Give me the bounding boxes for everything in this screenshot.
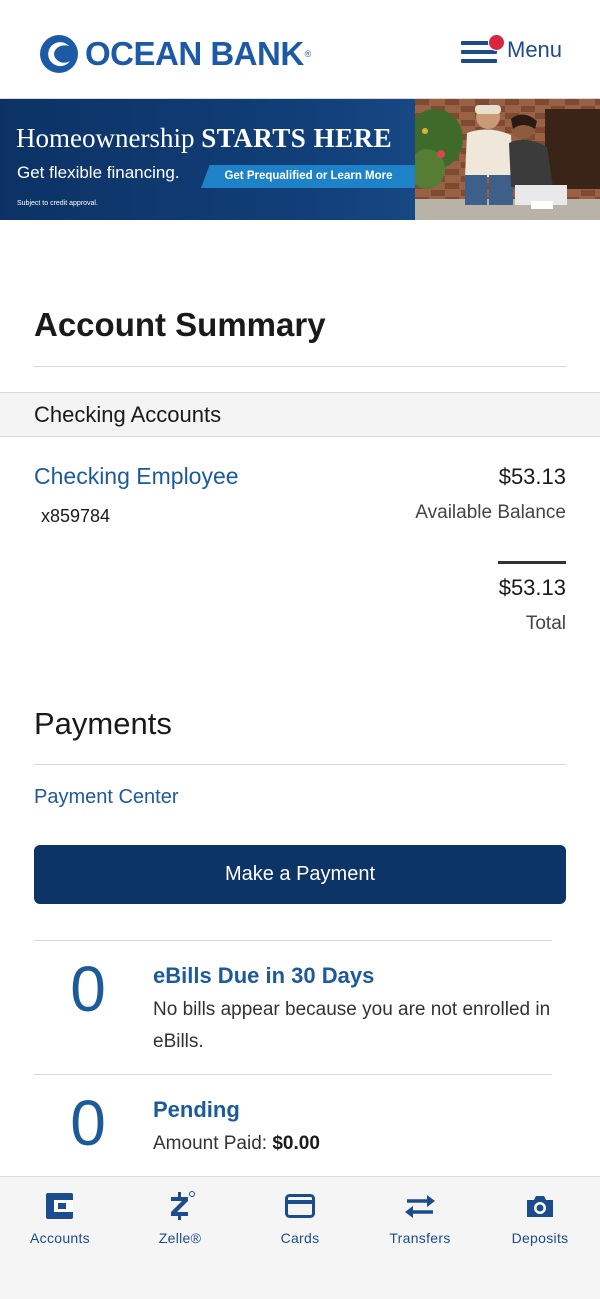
total-label: Total <box>525 613 566 634</box>
transfer-arrows-icon <box>403 1191 437 1221</box>
total-amount: $53.13 <box>498 575 566 600</box>
logo-wordmark: OCEAN BANK <box>85 35 304 72</box>
banner-title-regular: Homeownership <box>16 123 195 153</box>
menu-button[interactable]: Menu <box>461 28 571 72</box>
amount-paid-value: $0.00 <box>272 1133 320 1154</box>
promo-banner[interactable]: Homeownership STARTS HERE Get flexible f… <box>0 99 600 220</box>
section-label: Checking Accounts <box>34 402 222 427</box>
account-number: x859784 <box>41 506 111 526</box>
hamburger-icon <box>461 34 505 63</box>
ocean-bank-logo[interactable]: OCEAN BANK ® <box>39 32 311 76</box>
total-divider <box>498 561 566 564</box>
payments-title: Payments <box>34 706 172 741</box>
banner-cta-button[interactable]: Get Prequalified or Learn More <box>201 165 416 188</box>
payment-center-link[interactable]: Payment Center <box>34 786 179 809</box>
pending-title[interactable]: Pending <box>153 1097 240 1123</box>
tab-label: Transfers <box>389 1230 451 1246</box>
tab-zelle[interactable]: Zelle® <box>120 1177 240 1257</box>
app-screen: OCEAN BANK ® Menu Homeownership STARTS H… <box>0 0 600 1299</box>
tab-cards[interactable]: Cards <box>240 1177 360 1257</box>
ebills-title[interactable]: eBills Due in 30 Days <box>153 963 374 989</box>
card-icon <box>283 1191 317 1221</box>
account-name-link[interactable]: Checking Employee <box>34 463 239 490</box>
account-balance: $53.13 <box>498 464 566 489</box>
available-balance-label: Available Balance <box>415 502 566 523</box>
tab-transfers[interactable]: Transfers <box>360 1177 480 1257</box>
banner-fine-print: Subject to credit approval. <box>17 200 98 207</box>
divider <box>34 764 566 765</box>
zelle-icon <box>163 1191 197 1221</box>
top-header: OCEAN BANK ® Menu <box>0 0 600 99</box>
tab-label: Zelle® <box>158 1230 202 1246</box>
checking-accounts-header: Checking Accounts <box>0 392 600 437</box>
divider <box>34 940 552 941</box>
bottom-tab-bar: Accounts Zelle® Cards Transfers Deposits <box>0 1176 600 1299</box>
divider <box>34 366 566 367</box>
amount-paid-label: Amount Paid: <box>153 1133 273 1154</box>
pending-count: 0 <box>70 1087 106 1159</box>
tab-label: Deposits <box>511 1230 569 1246</box>
account-summary-title: Account Summary <box>34 306 326 343</box>
divider <box>34 1074 552 1075</box>
tab-label: Cards <box>280 1230 320 1246</box>
camera-icon <box>523 1191 557 1221</box>
couple-photo <box>415 99 600 220</box>
ebills-description: No bills appear because you are not enro… <box>153 999 551 1052</box>
tab-deposits[interactable]: Deposits <box>480 1177 600 1257</box>
notification-dot <box>488 34 505 51</box>
ebills-count: 0 <box>70 953 106 1025</box>
pending-description: Amount Paid: $0.00 <box>153 1128 553 1160</box>
tab-label: Accounts <box>30 1230 90 1246</box>
banner-title: Homeownership STARTS HERE <box>16 123 392 154</box>
tab-accounts[interactable]: Accounts <box>0 1177 120 1257</box>
wallet-icon <box>43 1191 77 1221</box>
registered-mark: ® <box>304 49 312 59</box>
make-payment-button[interactable]: Make a Payment <box>34 845 566 904</box>
wave-logo-icon <box>40 35 78 73</box>
banner-subtitle: Get flexible financing. <box>17 163 180 182</box>
banner-title-bold: STARTS HERE <box>201 123 393 153</box>
menu-label: Menu <box>507 37 563 62</box>
